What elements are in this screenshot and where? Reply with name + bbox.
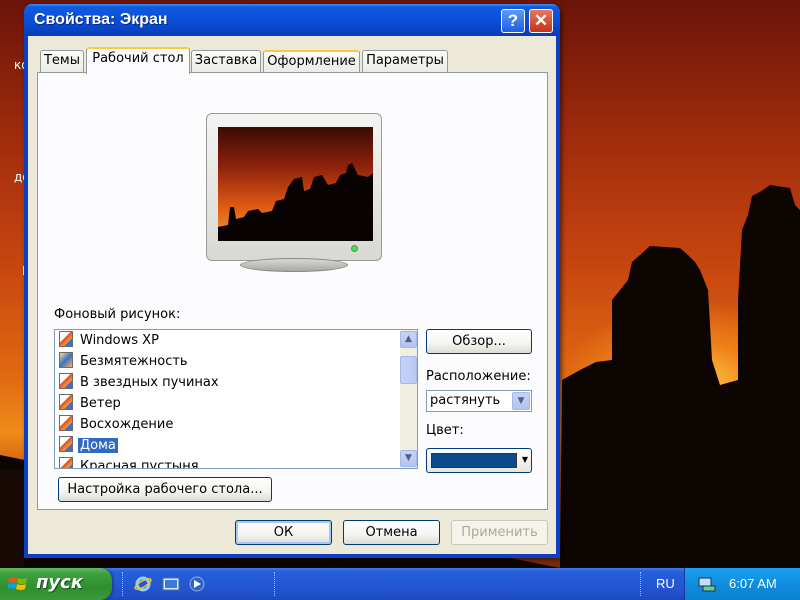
image-file-icon	[59, 457, 73, 468]
chevron-down-icon[interactable]: ▼	[512, 392, 530, 410]
image-file-icon	[59, 394, 73, 410]
cancel-button[interactable]: Отмена	[343, 520, 440, 545]
image-file-icon	[59, 331, 73, 347]
windows-logo-icon	[8, 577, 27, 590]
tab-screensaver[interactable]: Заставка	[191, 50, 261, 72]
list-item[interactable]: Ветер	[59, 394, 389, 414]
toolbar-grip[interactable]	[640, 572, 643, 596]
chevron-down-icon: ▼	[521, 455, 528, 464]
internet-explorer-icon[interactable]	[134, 575, 152, 593]
media-player-icon[interactable]	[188, 575, 206, 593]
position-select[interactable]: растянуть ▼	[426, 390, 532, 412]
list-item-selected[interactable]: Дома	[59, 436, 389, 456]
list-item[interactable]: Красная пустыня	[59, 457, 389, 468]
ok-button[interactable]: ОК	[235, 520, 332, 545]
position-label: Расположение:	[426, 369, 531, 384]
network-icon[interactable]	[697, 576, 717, 592]
toolbar-grip[interactable]	[122, 572, 125, 596]
monitor-preview	[206, 113, 382, 261]
window-title: Свойства: Экран	[34, 11, 168, 28]
taskbar: пуск RU 6:07 AM	[0, 568, 800, 600]
system-tray: 6:07 AM	[684, 568, 800, 600]
dialog-client-area: Темы Рабочий стол Заставка Оформление Па…	[28, 36, 556, 554]
color-swatch	[431, 453, 517, 468]
image-file-icon	[59, 415, 73, 431]
monitor-stand	[240, 258, 348, 272]
list-item[interactable]: Безмятежность	[59, 352, 389, 372]
toolbar-grip[interactable]	[274, 572, 277, 596]
image-file-icon	[59, 352, 73, 368]
tab-themes[interactable]: Темы	[40, 50, 84, 72]
list-item[interactable]: Восхождение	[59, 415, 389, 435]
desktop-tab-panel: Фоновый рисунок: Windows XP Безмятежност…	[37, 72, 548, 510]
list-item[interactable]: Windows XP	[59, 331, 389, 351]
power-led-icon	[351, 245, 358, 252]
background-list[interactable]: Windows XP Безмятежность В звездных пучи…	[54, 329, 418, 469]
list-item[interactable]: В звездных пучинах	[59, 373, 389, 393]
display-properties-dialog: Свойства: Экран ? ✕ Темы Рабочий стол За…	[24, 4, 560, 558]
tab-desktop[interactable]: Рабочий стол	[86, 47, 190, 74]
color-picker-button[interactable]: ▼	[426, 448, 532, 473]
position-value: растянуть	[430, 393, 501, 408]
scroll-up-icon[interactable]: ▲	[400, 331, 417, 348]
image-file-icon	[59, 436, 73, 452]
customize-desktop-button[interactable]: Настройка рабочего стола...	[58, 477, 272, 502]
scroll-down-icon[interactable]: ▼	[400, 450, 417, 467]
wallpaper-preview-image	[218, 127, 373, 241]
wallpaper-preview	[218, 127, 373, 241]
tab-settings[interactable]: Параметры	[362, 50, 448, 72]
title-bar[interactable]: Свойства: Экран ? ✕	[24, 4, 560, 36]
tab-appearance[interactable]: Оформление	[263, 50, 360, 72]
start-button[interactable]: пуск	[0, 568, 112, 600]
image-file-icon	[59, 373, 73, 389]
color-label: Цвет:	[426, 423, 464, 438]
start-label: пуск	[36, 572, 84, 593]
scroll-thumb[interactable]	[400, 356, 417, 384]
browse-button[interactable]: Обзор...	[426, 329, 532, 354]
show-desktop-icon[interactable]	[162, 575, 180, 593]
close-button[interactable]: ✕	[529, 9, 553, 33]
list-scrollbar[interactable]: ▲ ▼	[400, 330, 417, 468]
language-indicator[interactable]: RU	[656, 576, 675, 591]
help-button[interactable]: ?	[501, 9, 525, 33]
apply-button[interactable]: Применить	[451, 520, 548, 545]
clock: 6:07 AM	[729, 576, 777, 591]
background-label: Фоновый рисунок:	[54, 307, 181, 322]
